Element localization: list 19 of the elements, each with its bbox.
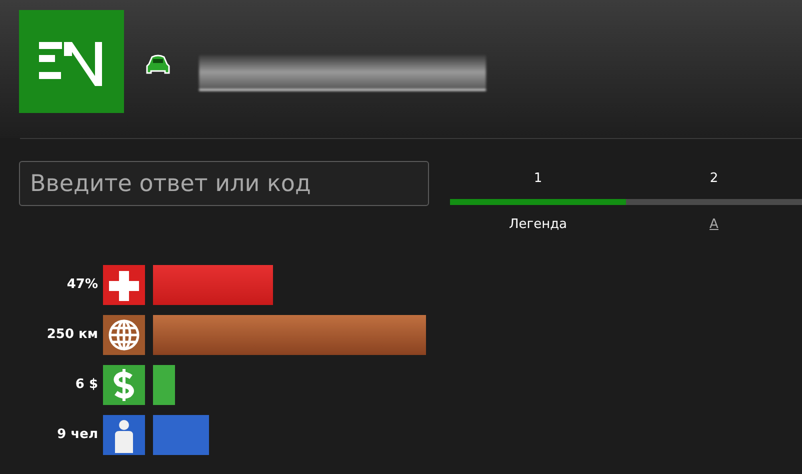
car-icon xyxy=(145,54,171,76)
level-tab[interactable] xyxy=(626,199,802,205)
person-icon xyxy=(103,414,145,454)
globe-icon xyxy=(103,314,145,354)
dollar-icon xyxy=(103,364,145,404)
answer-field[interactable]: Введите ответ или код xyxy=(19,161,429,206)
level-caption: Легенда xyxy=(508,216,568,234)
stat-reading: 47% xyxy=(66,276,99,294)
cross-icon xyxy=(103,264,145,304)
stat-reading: 9 чел xyxy=(56,426,99,444)
stat-reading: 6 $ xyxy=(74,376,99,394)
level-tab[interactable] xyxy=(450,199,626,205)
level-number: 1 xyxy=(534,170,542,188)
stat-bar xyxy=(153,364,175,404)
level-link[interactable]: А xyxy=(710,215,718,234)
stat-bar xyxy=(153,414,209,454)
stat-reading: 250 км xyxy=(46,326,99,344)
logo-icon xyxy=(19,10,124,113)
level-number: 2 xyxy=(710,170,718,188)
